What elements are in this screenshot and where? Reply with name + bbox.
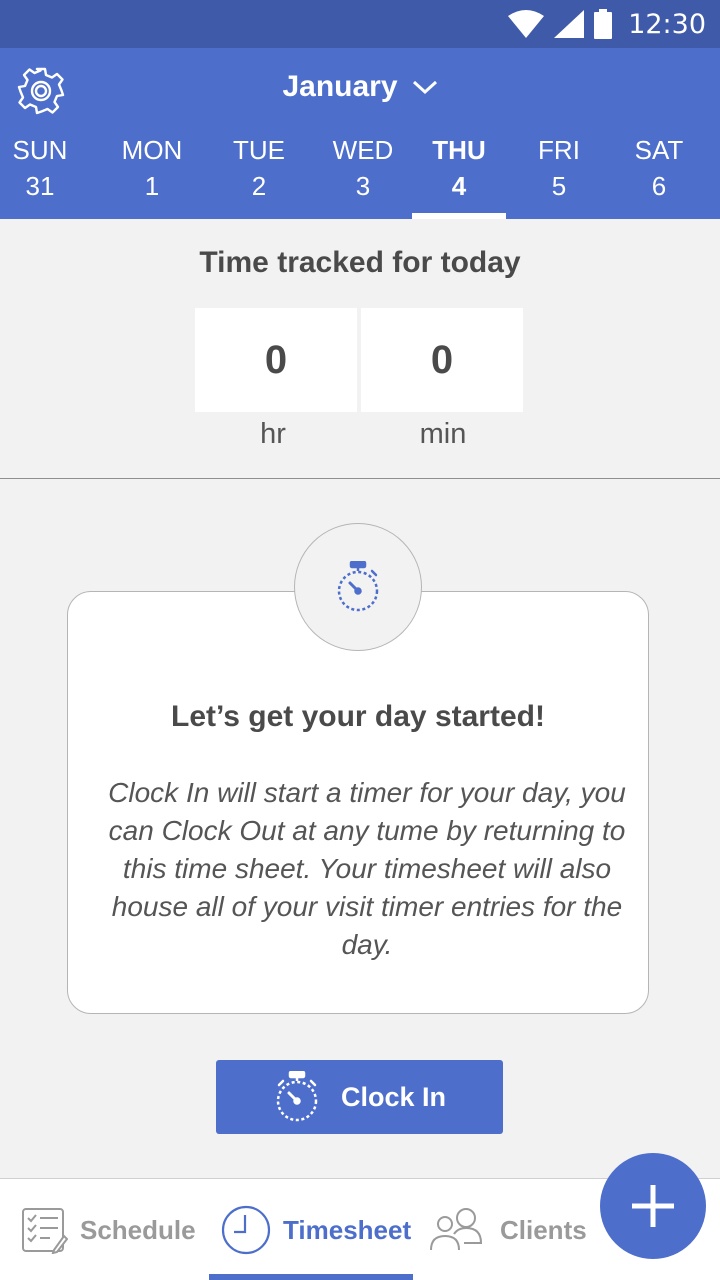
minutes-unit: min (419, 418, 467, 450)
minutes-value: 0 (361, 308, 523, 412)
nav-label: Timesheet (283, 1214, 412, 1245)
day-tab-fri[interactable]: FRI 5 (512, 134, 606, 219)
clock-in-button[interactable]: Clock In (216, 1060, 503, 1134)
day-name: SAT (634, 135, 684, 165)
stopwatch-icon (276, 1071, 318, 1122)
day-number: 6 (651, 171, 667, 201)
chevron-down-icon (412, 80, 437, 95)
stopwatch-icon (337, 561, 379, 612)
day-name: MON (121, 135, 183, 165)
active-tab-indicator (209, 1274, 413, 1280)
status-time: 12:30 (628, 8, 706, 40)
nav-timesheet[interactable]: Timesheet (221, 1179, 411, 1280)
clock-icon (221, 1205, 271, 1255)
day-name: THU (432, 135, 486, 165)
wifi-icon (508, 10, 545, 38)
people-icon (430, 1208, 483, 1251)
day-tab-wed[interactable]: WED 3 (316, 134, 410, 219)
status-bar: 12:30 (0, 0, 720, 48)
day-number: 1 (144, 171, 160, 201)
clock-in-label: Clock In (340, 1081, 447, 1112)
battery-icon (594, 9, 613, 39)
day-tab-tue[interactable]: TUE 2 (212, 134, 306, 219)
header: January SUN 31 MON 1 TUE 2 WED 3 THU 4 F… (0, 48, 720, 219)
day-number: 3 (355, 171, 371, 201)
day-tab-thu[interactable]: THU 4 (412, 134, 506, 219)
signal-icon (554, 10, 585, 38)
card-body: Clock In will start a timer for your day… (108, 777, 626, 960)
add-button[interactable] (600, 1153, 706, 1259)
hours-value: 0 (195, 308, 357, 412)
day-tab-mon[interactable]: MON 1 (105, 134, 199, 219)
day-number: 2 (251, 171, 267, 201)
hours-unit: hr (260, 418, 286, 450)
month-label: January (282, 70, 398, 103)
month-selector[interactable]: January (0, 70, 720, 104)
day-number: 4 (451, 171, 467, 201)
status-icons: 12:30 (508, 0, 706, 48)
day-tab-sun[interactable]: SUN 31 (0, 134, 87, 219)
nav-label: Schedule (80, 1214, 196, 1245)
card-title: Let’s get your day started! (171, 700, 545, 733)
day-number: 31 (25, 171, 55, 201)
time-tracked-title: Time tracked for today (199, 246, 521, 279)
day-name: SUN (12, 135, 68, 165)
nav-schedule[interactable]: Schedule (20, 1179, 196, 1280)
day-name: TUE (233, 135, 285, 165)
plus-icon (632, 1185, 674, 1227)
day-name: FRI (538, 135, 580, 165)
card-icon-circle (294, 523, 422, 651)
divider (0, 478, 720, 479)
checklist-icon (22, 1208, 68, 1254)
nav-label: Clients (500, 1214, 587, 1245)
day-number: 5 (551, 171, 567, 201)
day-name: WED (332, 135, 394, 165)
day-tab-sat[interactable]: SAT 6 (612, 134, 706, 219)
nav-clients[interactable]: Clients (428, 1179, 587, 1280)
selected-day-indicator (412, 213, 506, 219)
